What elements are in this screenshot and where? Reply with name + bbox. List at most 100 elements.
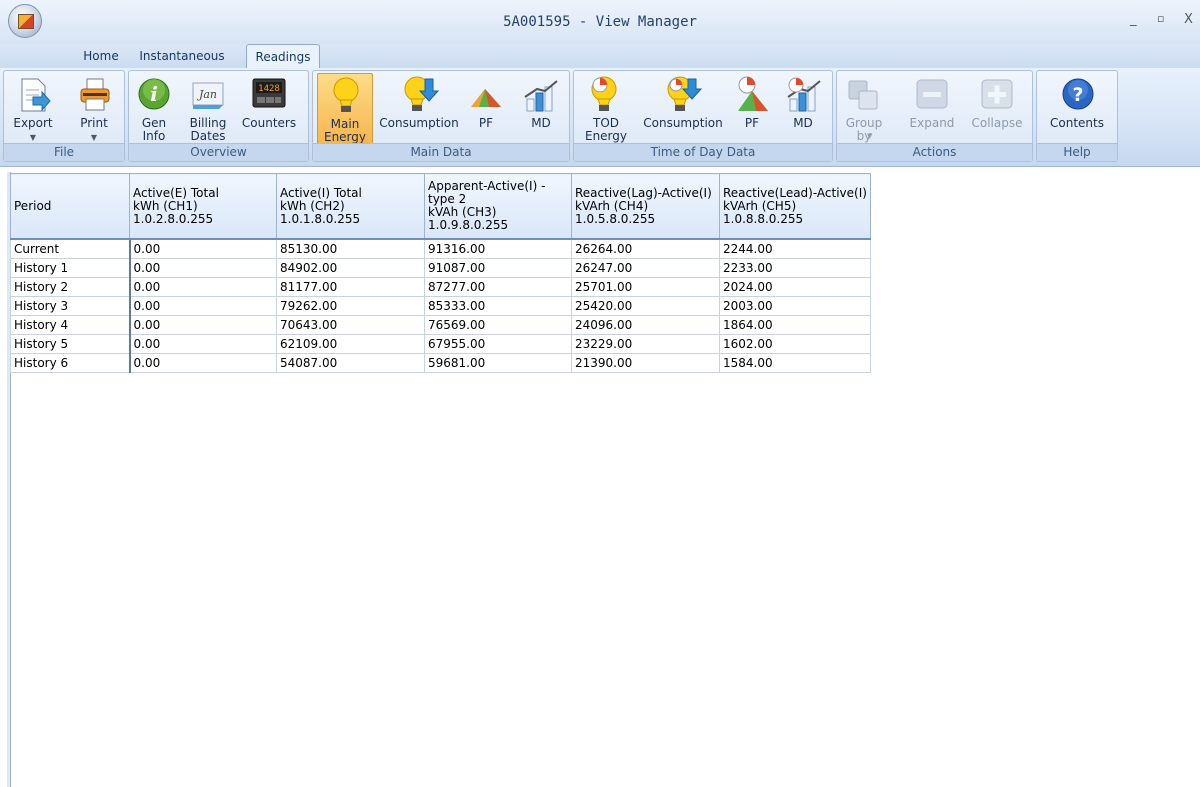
- value-cell-ch5[interactable]: 1864.00: [719, 315, 871, 335]
- value-cell-ch1[interactable]: 0.00: [129, 258, 277, 278]
- tod-consumption-button[interactable]: Consumption: [642, 73, 724, 146]
- tod-pf-button[interactable]: PF: [730, 73, 774, 146]
- value-cell-ch5[interactable]: 2244.00: [719, 238, 871, 259]
- value-cell-ch3[interactable]: 67955.00: [424, 334, 572, 354]
- restore-button[interactable]: ▫: [1157, 12, 1164, 25]
- value-cell-ch2[interactable]: 81177.00: [276, 277, 425, 297]
- column-header-ch1[interactable]: Active(E) Total kWh (CH1) 1.0.2.8.0.255: [129, 173, 277, 240]
- collapse-button[interactable]: Collapse: [967, 73, 1027, 146]
- grid-body: Current 0.00 85130.00 91316.00 26264.00 2244.…: [10, 238, 871, 373]
- period-cell[interactable]: Current: [10, 238, 131, 259]
- group-by-label: Group by: [845, 116, 883, 143]
- table-row[interactable]: Current 0.00 85130.00 91316.00 26264.00 2244.…: [10, 238, 871, 259]
- value-cell-ch2[interactable]: 54087.00: [276, 353, 425, 373]
- value-cell-ch4[interactable]: 26264.00: [571, 238, 720, 259]
- billing-dates-label: Billing Dates: [189, 116, 227, 143]
- value-cell-ch4[interactable]: 24096.00: [571, 315, 720, 335]
- value-cell-ch4[interactable]: 26247.00: [571, 258, 720, 278]
- gen-info-button[interactable]: i Gen Info: [133, 73, 175, 146]
- minimize-button[interactable]: _: [1130, 12, 1137, 27]
- tab-readings[interactable]: Readings: [246, 44, 320, 68]
- calendar-icon: Jan: [192, 82, 224, 109]
- value-cell-ch5[interactable]: 1602.00: [719, 334, 871, 354]
- value-cell-ch2[interactable]: 79262.00: [276, 296, 425, 316]
- value-cell-ch4[interactable]: 25701.00: [571, 277, 720, 297]
- value-cell-ch2[interactable]: 85130.00: [276, 238, 425, 259]
- expand-label: Expand: [909, 116, 955, 130]
- svg-text:i: i: [150, 82, 158, 106]
- tab-home[interactable]: Home: [78, 44, 124, 68]
- consumption-button[interactable]: Consumption: [379, 73, 459, 146]
- lightbulb-icon: [333, 77, 359, 112]
- table-row[interactable]: History 6 0.00 54087.00 59681.00 21390.00 158…: [10, 353, 871, 373]
- table-row[interactable]: History 3 0.00 79262.00 85333.00 25420.00 200…: [10, 296, 871, 316]
- value-cell-ch3[interactable]: 91087.00: [424, 258, 572, 278]
- value-cell-ch2[interactable]: 70643.00: [276, 315, 425, 335]
- table-row[interactable]: History 2 0.00 81177.00 87277.00 25701.00 202…: [10, 277, 871, 297]
- md-button[interactable]: MD: [519, 73, 563, 146]
- value-cell-ch3[interactable]: 85333.00: [424, 296, 572, 316]
- counter-icon: 1428: [252, 78, 286, 108]
- period-cell[interactable]: History 3: [10, 296, 131, 316]
- close-button[interactable]: X: [1184, 12, 1193, 27]
- tod-consumption-label: Consumption: [643, 116, 723, 130]
- period-cell[interactable]: History 4: [10, 315, 131, 335]
- value-cell-ch5[interactable]: 2024.00: [719, 277, 871, 297]
- value-cell-ch3[interactable]: 91316.00: [424, 238, 572, 259]
- column-header-period[interactable]: Period: [10, 173, 130, 240]
- pf-button[interactable]: PF: [465, 73, 507, 146]
- tod-energy-label: TOD Energy: [584, 116, 627, 143]
- period-cell[interactable]: History 6: [10, 353, 131, 373]
- ribbon: Export ▼ Print ▼ File i Gen Info Jan Bil…: [0, 68, 1200, 167]
- main-energy-button[interactable]: Main Energy: [317, 73, 373, 146]
- table-row[interactable]: History 4 0.00 70643.00 76569.00 24096.00 186…: [10, 315, 871, 335]
- tod-pf-label: PF: [744, 116, 760, 130]
- md-label: MD: [531, 116, 551, 130]
- billing-dates-button[interactable]: Jan Billing Dates: [183, 73, 233, 146]
- value-cell-ch3[interactable]: 87277.00: [424, 277, 572, 297]
- contents-button[interactable]: ? Contents: [1045, 73, 1109, 146]
- column-header-ch3[interactable]: Apparent-Active(I) - type 2 kVAh (CH3) 1…: [424, 173, 572, 240]
- table-row[interactable]: History 1 0.00 84902.00 91087.00 26247.00 223…: [10, 258, 871, 278]
- main-energy-label: Main Energy: [323, 117, 366, 144]
- value-cell-ch4[interactable]: 25420.00: [571, 296, 720, 316]
- value-cell-ch5[interactable]: 2233.00: [719, 258, 871, 278]
- period-cell[interactable]: History 1: [10, 258, 131, 278]
- value-cell-ch3[interactable]: 59681.00: [424, 353, 572, 373]
- group-by-button[interactable]: Group by ▼: [841, 73, 887, 146]
- period-cell[interactable]: History 2: [10, 277, 131, 297]
- group-actions: Group by ▼ Expand Collapse Actions: [836, 70, 1033, 162]
- title-bar: 5A001595 - View Manager _ ▫ X: [0, 0, 1200, 44]
- header-row: Period Active(E) Total kWh (CH1) 1.0.2.8…: [10, 173, 871, 240]
- group-overview: i Gen Info Jan Billing Dates 1428 Counte…: [128, 70, 309, 162]
- table-row[interactable]: History 5 0.00 62109.00 67955.00 23229.00 160…: [10, 334, 871, 354]
- value-cell-ch1[interactable]: 0.00: [129, 334, 277, 354]
- value-cell-ch1[interactable]: 0.00: [129, 277, 277, 297]
- value-cell-ch1[interactable]: 0.00: [129, 353, 277, 373]
- expand-button[interactable]: Expand: [903, 73, 961, 146]
- export-button[interactable]: Export ▼: [10, 73, 56, 146]
- window-title: 5A001595 - View Manager: [503, 14, 697, 30]
- period-cell[interactable]: History 5: [10, 334, 131, 354]
- value-cell-ch5[interactable]: 2003.00: [719, 296, 871, 316]
- value-cell-ch2[interactable]: 84902.00: [276, 258, 425, 278]
- value-cell-ch1[interactable]: 0.00: [129, 296, 277, 316]
- value-cell-ch1[interactable]: 0.00: [129, 315, 277, 335]
- column-header-ch4[interactable]: Reactive(Lag)-Active(I) kVArh (CH4) 1.0.…: [571, 173, 720, 240]
- tod-energy-button[interactable]: TOD Energy: [578, 73, 634, 146]
- max-demand-icon: [524, 80, 558, 112]
- tab-instantaneous[interactable]: Instantaneous: [134, 44, 230, 68]
- value-cell-ch3[interactable]: 76569.00: [424, 315, 572, 335]
- column-header-ch2[interactable]: Active(I) Total kWh (CH2) 1.0.1.8.0.255: [276, 173, 425, 240]
- column-header-ch5[interactable]: Reactive(Lead)-Active(I) kVArh (CH5) 1.0…: [719, 173, 871, 240]
- value-cell-ch1[interactable]: 0.00: [129, 238, 277, 259]
- value-cell-ch2[interactable]: 62109.00: [276, 334, 425, 354]
- print-button[interactable]: Print ▼: [72, 73, 116, 146]
- group-main-data-label: Main Data: [313, 143, 569, 161]
- value-cell-ch4[interactable]: 21390.00: [571, 353, 720, 373]
- value-cell-ch4[interactable]: 23229.00: [571, 334, 720, 354]
- group-tod-data: TOD Energy Consumption PF MD Time of Day…: [573, 70, 833, 162]
- value-cell-ch5[interactable]: 1584.00: [719, 353, 871, 373]
- tod-md-button[interactable]: MD: [780, 73, 826, 146]
- counters-button[interactable]: 1428 Counters: [241, 73, 297, 146]
